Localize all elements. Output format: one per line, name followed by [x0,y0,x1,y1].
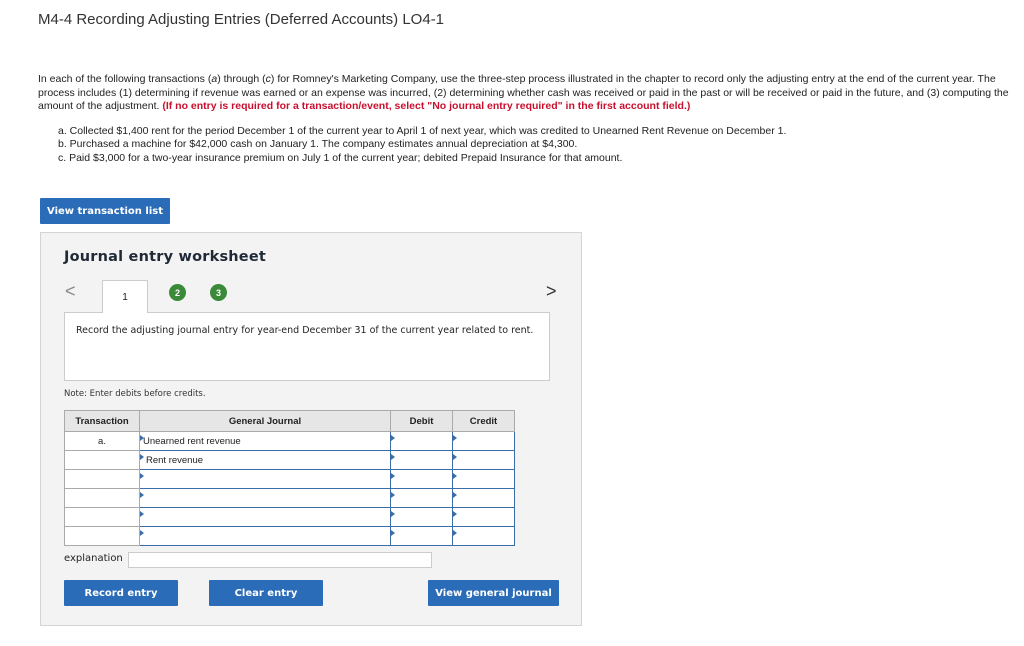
worksheet-title: Journal entry worksheet [64,249,266,265]
clear-entry-button[interactable]: Clear entry [209,580,323,606]
transaction-cell [64,469,140,489]
credit-field[interactable] [452,469,515,489]
debit-field[interactable] [390,526,453,546]
credit-field[interactable] [452,526,515,546]
entry-instruction: Record the adjusting journal entry for y… [64,312,550,381]
transaction-item-a: a. Collected $1,400 rent for the period … [58,125,787,137]
debit-field[interactable] [390,450,453,470]
explanation-label: explanation [64,553,123,564]
debit-field[interactable] [390,507,453,527]
view-general-journal-button[interactable]: View general journal [428,580,559,606]
step-3-tab[interactable]: 3 [210,284,227,301]
transaction-cell [64,507,140,527]
transaction-cell [64,488,140,508]
column-header-debit: Debit [390,410,453,432]
transaction-item-c: c. Paid $3,000 for a two-year insurance … [58,151,623,164]
table-row [64,507,515,527]
required-note: (If no entry is required for a transacti… [162,100,691,112]
account-field[interactable] [139,507,391,527]
debit-credit-note: Note: Enter debits before credits. [64,389,206,399]
column-header-transaction: Transaction [64,410,140,432]
credit-field[interactable] [452,488,515,508]
credit-field[interactable] [452,431,515,451]
transaction-item-b: b. Purchased a machine for $42,000 cash … [58,138,578,151]
table-row [64,469,515,489]
view-transaction-list-button[interactable]: View transaction list [40,198,170,224]
account-field[interactable] [139,488,391,508]
journal-table: Transaction General Journal Debit Credit… [64,410,515,546]
transaction-cell [64,450,140,470]
account-field[interactable] [139,526,391,546]
transaction-cell [64,526,140,546]
instructions-paragraph: In each of the following transactions (a… [38,73,1009,112]
step-1-tab[interactable]: 1 [102,280,148,313]
credit-field[interactable] [452,450,515,470]
table-row [64,526,515,546]
debit-field[interactable] [390,431,453,451]
journal-entry-worksheet: Journal entry worksheet < 1 2 3 > Record… [40,232,582,626]
explanation-field[interactable] [128,552,432,568]
table-row [64,488,515,508]
table-row: Rent revenue [64,450,515,470]
chevron-right-icon[interactable]: > [546,281,557,302]
page-title: M4-4 Recording Adjusting Entries (Deferr… [38,11,445,28]
credit-field[interactable] [452,507,515,527]
account-field[interactable]: Unearned rent revenue [139,431,391,451]
debit-field[interactable] [390,488,453,508]
record-entry-button[interactable]: Record entry [64,580,178,606]
debit-field[interactable] [390,469,453,489]
account-field[interactable]: Rent revenue [139,450,391,470]
column-header-general-journal: General Journal [139,410,391,432]
account-field[interactable] [139,469,391,489]
transaction-cell: a. [64,431,140,451]
chevron-left-icon[interactable]: < [65,281,76,302]
column-header-credit: Credit [452,410,515,432]
step-2-tab[interactable]: 2 [169,284,186,301]
transaction-items: a. Collected $1,400 rent for the period … [58,125,786,165]
table-row: a. Unearned rent revenue [64,431,515,451]
